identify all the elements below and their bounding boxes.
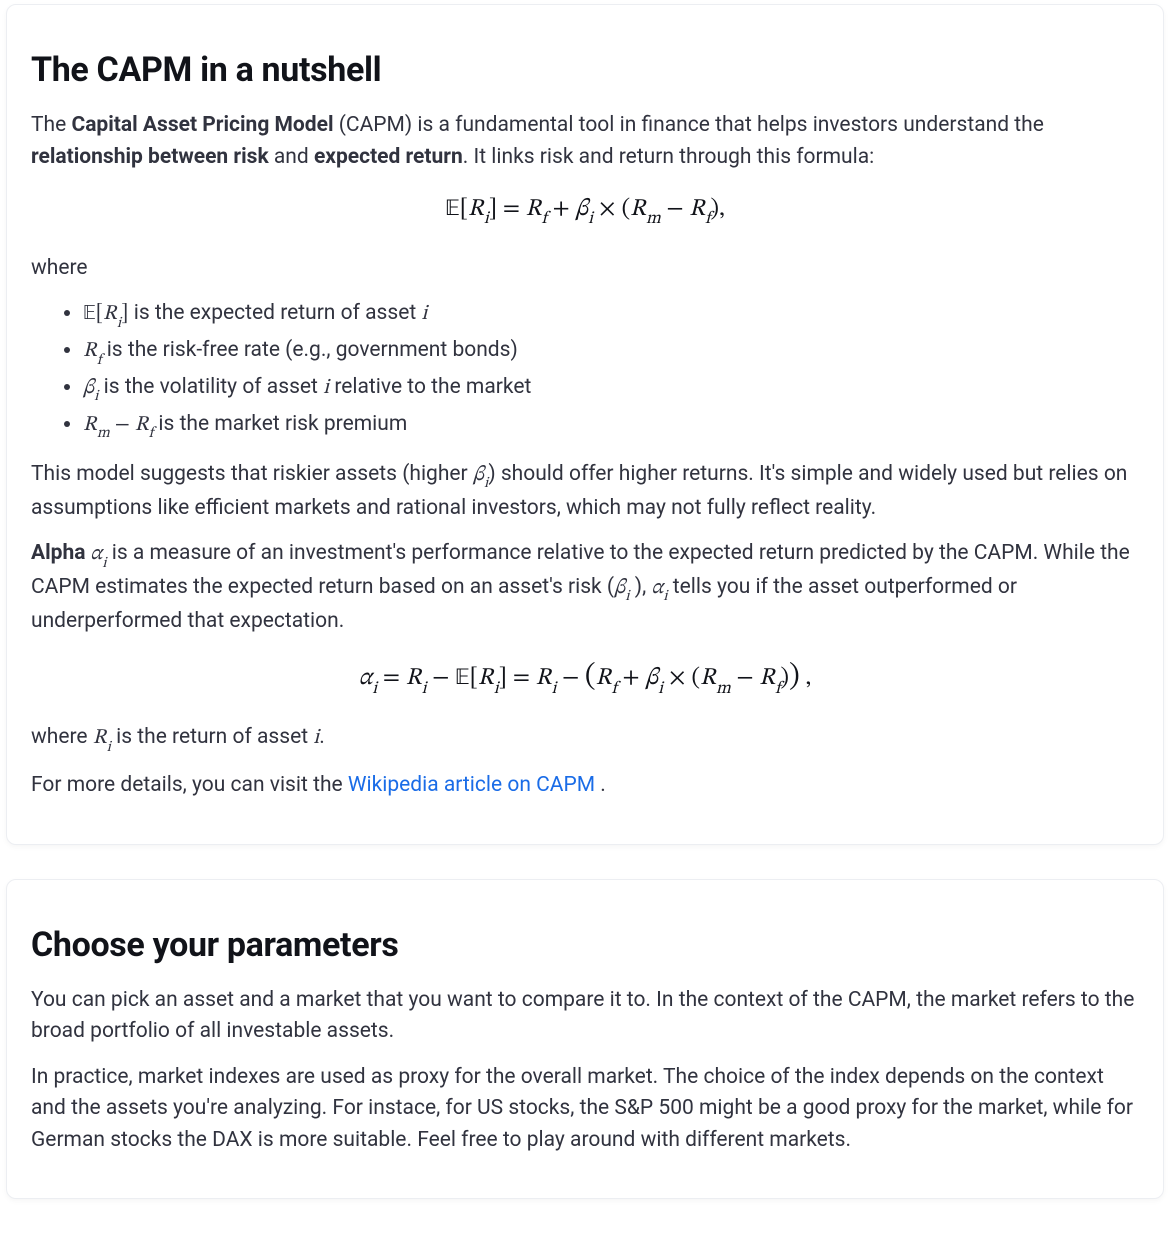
wikipedia-link[interactable]: Wikipedia article on CAPM [348,773,595,797]
symbol-ri: Ri [93,727,111,748]
alpha-formula: αi = Ri − 𝔼[Ri] = Ri − (Rf + βi × (Rm − … [31,655,1139,700]
list-item: 𝔼[Ri] is the expected return of asset i [83,298,1139,332]
capm-explanation-paragraph: This model suggests that riskier assets … [31,459,1139,524]
bold-risk: relationship between risk [31,145,269,169]
list-item: Rf is the risk-free rate (e.g., governme… [83,335,1139,369]
capm-formula: 𝔼[Ri] = Rf + βi × (Rm − Rf), [31,191,1139,231]
symbol-beta: βi [83,377,98,398]
alpha-paragraph: Alpha αi is a measure of an investment's… [31,538,1139,637]
link-paragraph: For more details, you can visit the Wiki… [31,770,1139,802]
text: is the volatility of asset [98,375,323,399]
bold-capm: Capital Asset Pricing Model [71,113,333,137]
parameters-paragraph-2: In practice, market indexes are used as … [31,1062,1139,1157]
parameters-heading: Choose your parameters [31,920,1139,971]
capm-intro-card: The CAPM in a nutshell The Capital Asset… [6,4,1164,845]
symbol-beta-inline: βi [614,577,629,598]
parameters-card: Choose your parameters You can pick an a… [6,879,1164,1200]
text: ), [630,575,652,599]
var-i: i [421,303,427,324]
list-item: Rm − Rf is the market risk premium [83,409,1139,443]
text: is the market risk premium [153,412,407,436]
text: (CAPM) is a fundamental tool in finance … [334,113,1044,137]
text: is the return of asset [111,725,313,749]
where-label: where [31,253,1139,285]
capm-intro-paragraph: The Capital Asset Pricing Model (CAPM) i… [31,110,1139,173]
symbol-market-premium: Rm − Rf [83,414,153,435]
text: relative to the market [329,375,531,399]
symbol-alpha-inline: αi [85,543,106,564]
text: . [319,725,325,749]
capm-heading: The CAPM in a nutshell [31,45,1139,96]
bold-return: expected return [314,145,463,169]
symbol-risk-free: Rf [83,340,101,361]
where-ri-paragraph: where Ri is the return of asset i. [31,722,1139,756]
text: where [31,725,93,749]
symbol-expected-return: 𝔼[Ri] [83,303,129,324]
text: This model suggests that riskier assets … [31,462,473,486]
text: . It links risk and return through this … [463,145,875,169]
text: For more details, you can visit the [31,773,348,797]
text: is the expected return of asset [129,301,422,325]
parameters-paragraph-1: You can pick an asset and a market that … [31,985,1139,1048]
text: and [269,145,314,169]
symbol-beta-inline: βi [473,464,488,485]
text: The [31,113,71,137]
text: is the risk-free rate (e.g., government … [101,338,517,362]
list-item: βi is the volatility of asset i relative… [83,372,1139,406]
text: . [595,773,606,797]
bold-alpha: Alpha [31,541,85,565]
definition-list: 𝔼[Ri] is the expected return of asset i … [31,298,1139,443]
symbol-alpha-inline: αi [651,577,667,598]
